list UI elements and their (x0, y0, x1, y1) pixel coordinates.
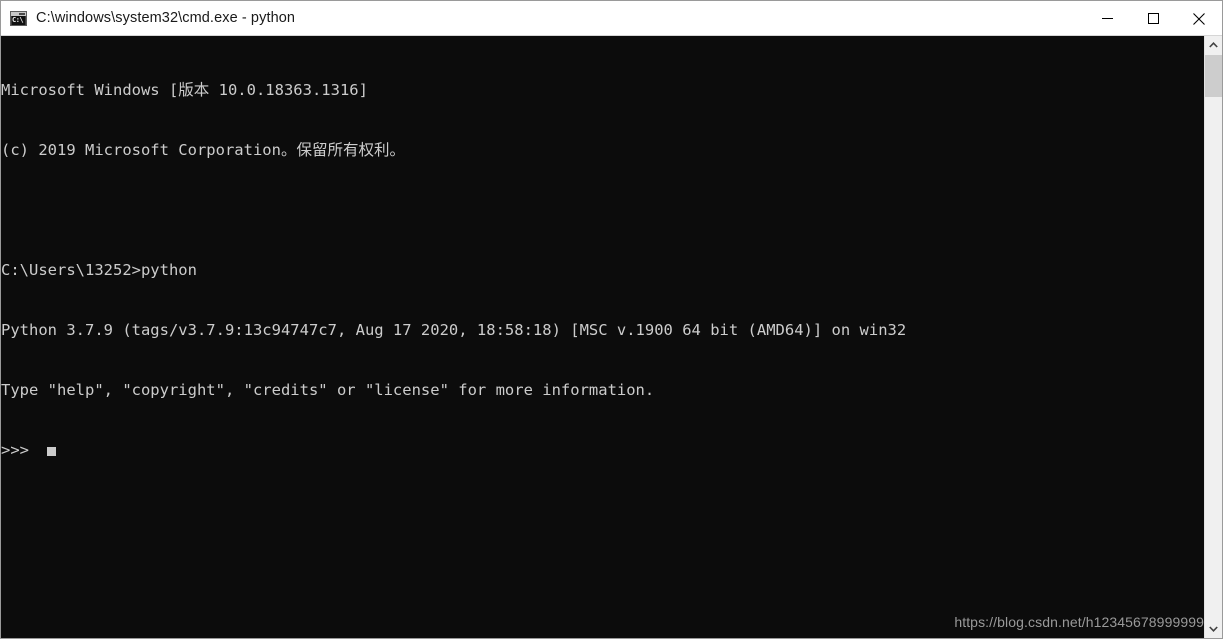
title-bar[interactable]: C:\ C:\windows\system32\cmd.exe - python (1, 1, 1222, 36)
chevron-up-icon (1209, 42, 1218, 48)
scroll-down-arrow[interactable] (1205, 620, 1222, 638)
console-line: Type "help", "copyright", "credits" or "… (1, 381, 655, 399)
maximize-button[interactable] (1130, 1, 1176, 36)
close-icon (1193, 12, 1205, 25)
watermark-text: https://blog.csdn.net/h12345678999999 (954, 614, 1204, 630)
cmd-window: C:\ C:\windows\system32\cmd.exe - python (0, 0, 1223, 639)
console-output-area[interactable]: Microsoft Windows [版本 10.0.18363.1316] (… (1, 36, 1204, 638)
python-prompt: >>> (1, 441, 29, 459)
console-line: Python 3.7.9 (tags/v3.7.9:13c94747c7, Au… (1, 321, 907, 339)
console-line: (c) 2019 Microsoft Corporation。保留所有权利。 (1, 141, 405, 159)
minimize-icon (1101, 18, 1113, 19)
maximize-icon (1147, 13, 1159, 24)
block-cursor (47, 447, 56, 456)
scroll-up-arrow[interactable] (1205, 36, 1222, 54)
console-text: Microsoft Windows [版本 10.0.18363.1316] (… (1, 40, 906, 500)
vertical-scrollbar[interactable] (1204, 36, 1222, 638)
chevron-down-icon (1209, 626, 1218, 632)
console-prompt-line: >>> (1, 440, 906, 460)
icon-prompt-glyph: C:\ (12, 15, 25, 25)
scroll-thumb[interactable] (1205, 55, 1222, 97)
window-controls (1084, 1, 1222, 36)
window-title: C:\windows\system32\cmd.exe - python (36, 9, 296, 26)
minimize-button[interactable] (1084, 1, 1130, 36)
cmd-console-icon: C:\ (10, 10, 27, 26)
console-line-command: C:\Users\13252>python (1, 261, 197, 279)
close-button[interactable] (1176, 1, 1222, 36)
console-line: Microsoft Windows [版本 10.0.18363.1316] (1, 81, 368, 99)
